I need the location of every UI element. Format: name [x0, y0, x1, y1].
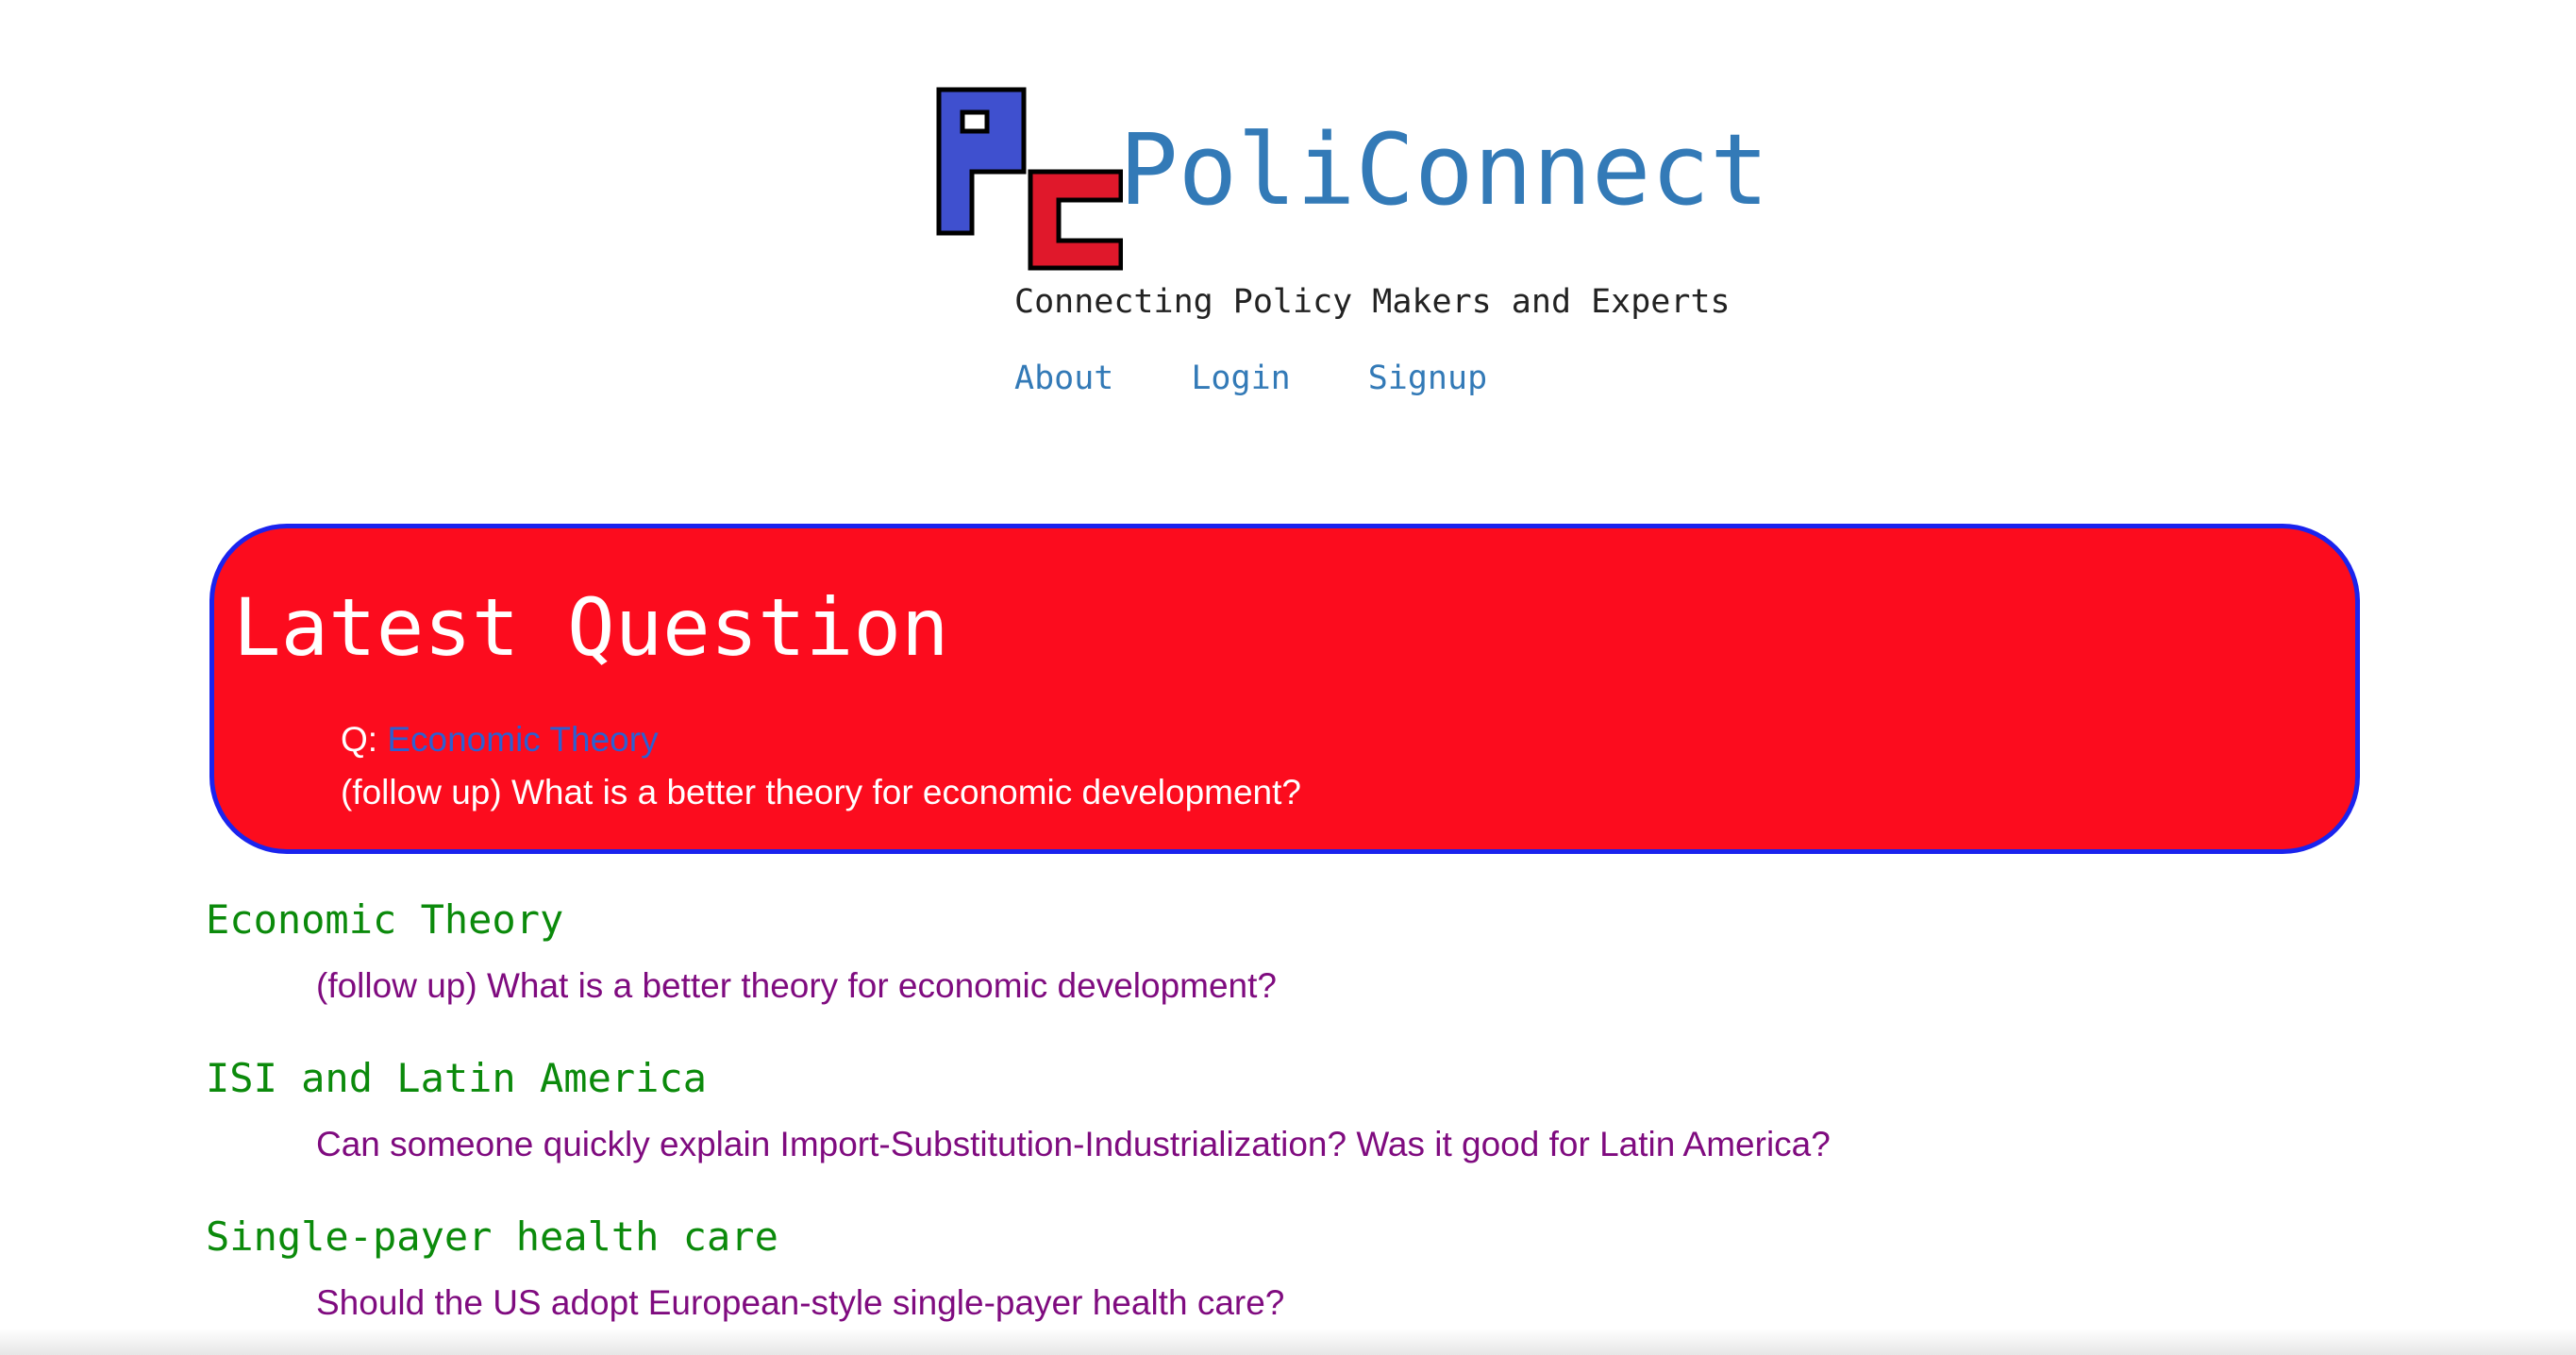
nav-link-about[interactable]: About — [1014, 355, 1113, 402]
question-text-link[interactable]: (follow up) What is a better theory for … — [316, 960, 2470, 1012]
site-tagline: Connecting Policy Makers and Experts — [1014, 283, 1731, 321]
question-title-link[interactable]: Economic Theory — [206, 892, 2470, 948]
latest-question-panel: Latest Question Q: Economic Theory (foll… — [209, 524, 2360, 854]
question-prefix: Q: — [341, 720, 378, 759]
latest-question-topic-line: Q: Economic Theory — [341, 713, 659, 766]
latest-question-text: (follow up) What is a better theory for … — [341, 773, 1301, 811]
nav-link-signup[interactable]: Signup — [1368, 355, 1487, 402]
question-item: ISI and Latin America Can someone quickl… — [206, 1050, 2470, 1209]
pc-logo-icon[interactable] — [934, 87, 1123, 276]
latest-question-topic-link[interactable]: Economic Theory — [387, 720, 658, 759]
latest-question-heading: Latest Question — [233, 581, 949, 674]
question-title-link[interactable]: ISI and Latin America — [206, 1050, 2470, 1107]
question-text-link[interactable]: Should the US adopt European-style singl… — [316, 1277, 2470, 1330]
nav-link-login[interactable]: Login — [1191, 355, 1290, 402]
question-title-link[interactable]: Single-payer health care — [206, 1209, 2470, 1265]
main-nav: About Login Signup — [1014, 355, 1487, 402]
question-list: Economic Theory (follow up) What is a be… — [206, 892, 2470, 1355]
bottom-scroll-shadow — [0, 1329, 2576, 1355]
site-brand-title[interactable]: PoliConnect — [1119, 111, 1769, 228]
question-item: Economic Theory (follow up) What is a be… — [206, 892, 2470, 1050]
question-text-link[interactable]: Can someone quickly explain Import-Subst… — [316, 1118, 2470, 1171]
